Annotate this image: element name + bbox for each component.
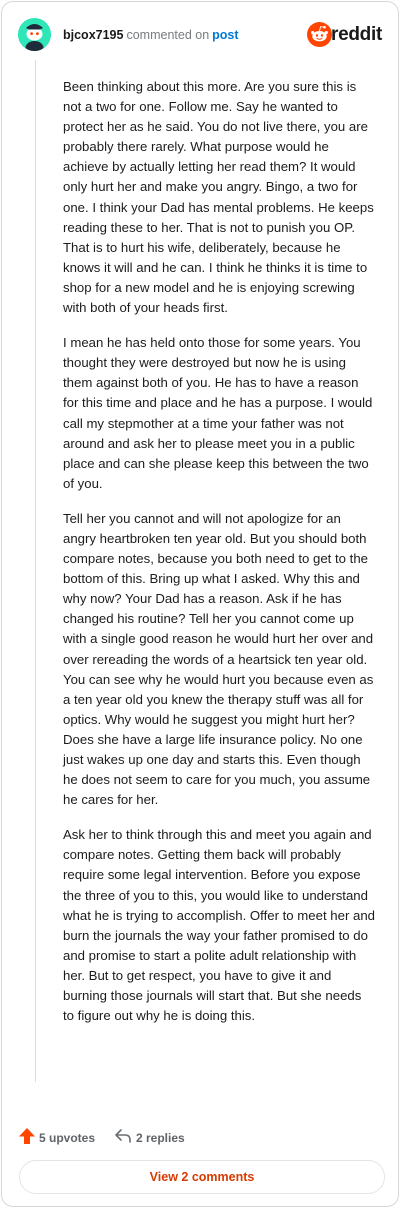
replies-count: 2 replies	[136, 1131, 185, 1145]
comment-paragraph: Ask her to think through this and meet y…	[63, 827, 376, 1024]
username-link[interactable]: bjcox7195	[63, 28, 123, 42]
comment-paragraph: I mean he has held onto those for some y…	[63, 335, 373, 491]
comment-paragraph: Been thinking about this more. Are you s…	[63, 79, 374, 316]
snoo-avatar-icon	[18, 18, 51, 51]
reddit-logo-icon	[307, 22, 332, 47]
thread-line[interactable]	[35, 60, 36, 1082]
upvote-arrow-icon	[19, 1128, 35, 1144]
comment-actions: 5 upvotes 2 replies	[18, 1126, 382, 1148]
upvote-count: 5 upvotes	[39, 1131, 96, 1145]
avatar[interactable]	[18, 18, 51, 51]
comment-body: Been thinking about this more. Are you s…	[63, 77, 375, 1041]
reply-arrow-icon	[115, 1129, 131, 1143]
post-link[interactable]: post	[212, 28, 238, 42]
reddit-wordmark: reddit	[331, 24, 382, 45]
commented-on-text: commented on	[126, 28, 210, 42]
comment-card: bjcox7195 commented on post reddit Been th…	[1, 1, 399, 1207]
comment-paragraph: Tell her you cannot and will not apologi…	[63, 510, 374, 808]
comment-meta: bjcox7195 commented on post	[63, 28, 239, 42]
view-comments-button[interactable]: View 2 comments	[19, 1160, 385, 1194]
comment-header: bjcox7195 commented on post reddit	[18, 18, 382, 52]
